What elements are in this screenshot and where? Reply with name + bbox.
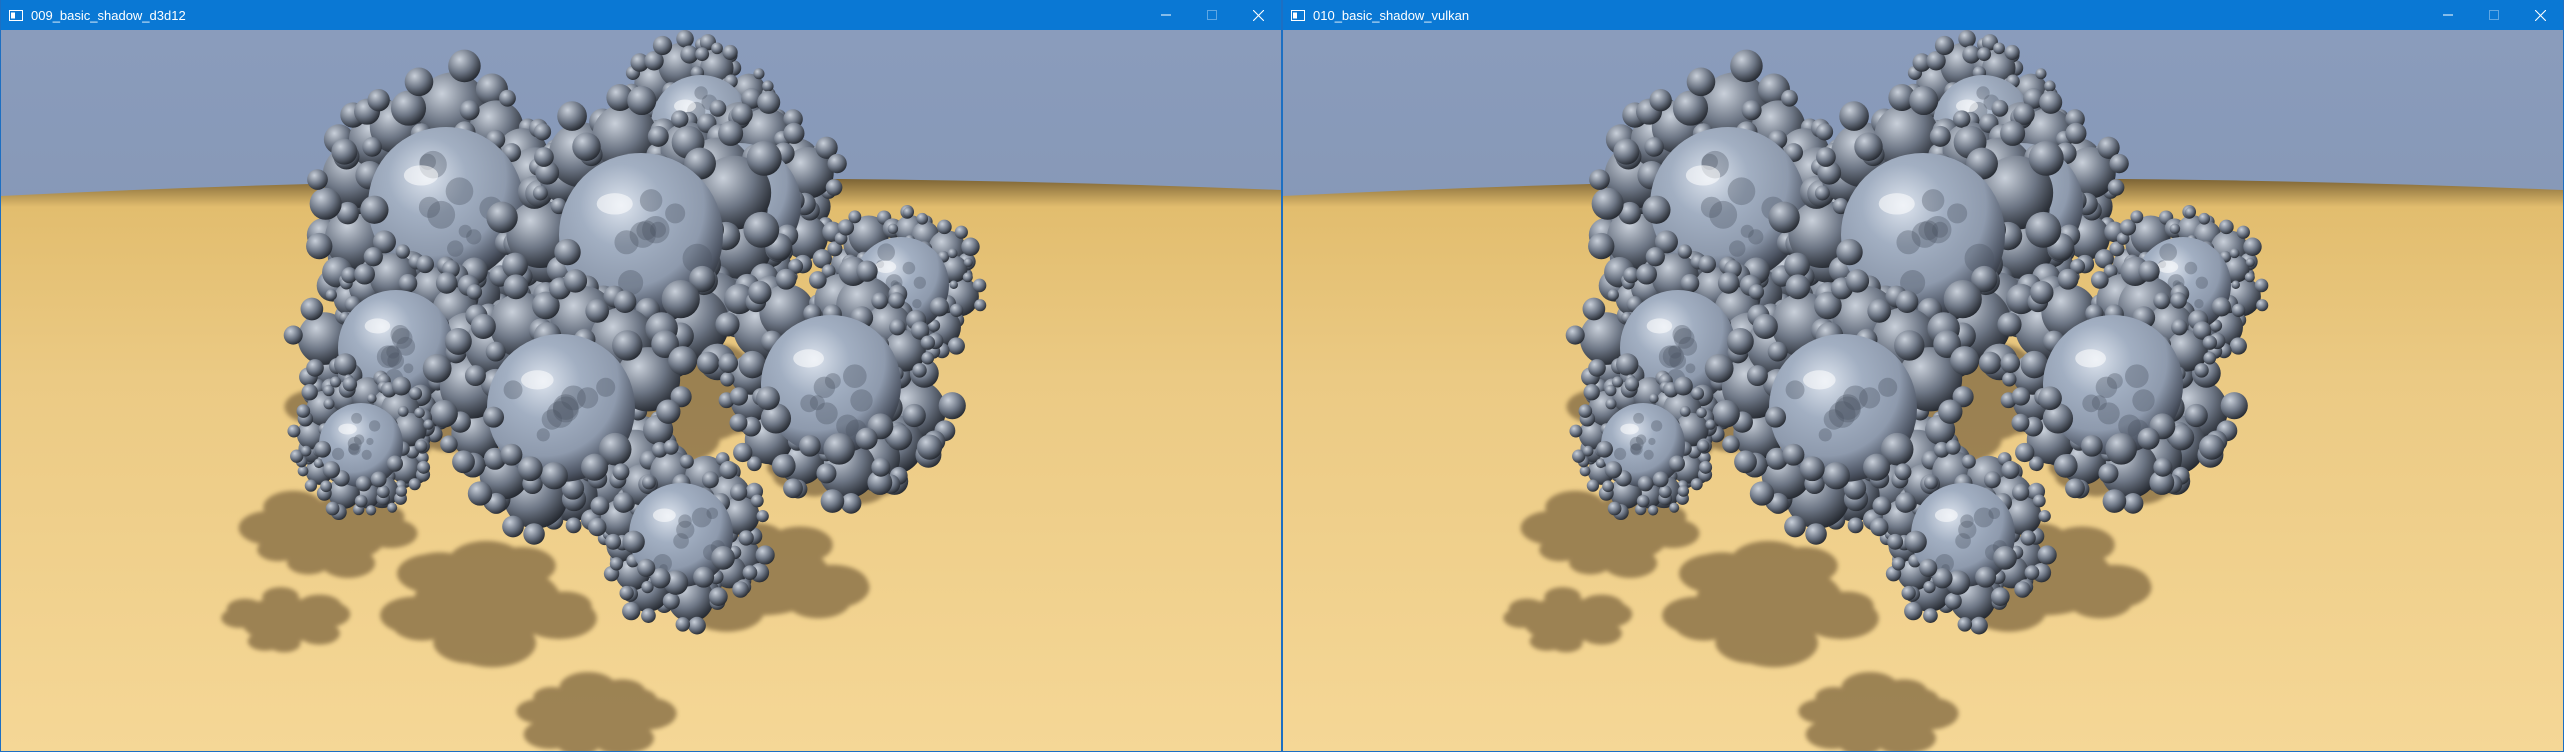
minimize-icon xyxy=(2443,14,2453,16)
fractal-scene-render xyxy=(1,30,1281,751)
render-viewport[interactable] xyxy=(1,30,1281,751)
window-app-icon[interactable] xyxy=(1,0,31,30)
minimize-icon xyxy=(1161,14,1171,16)
window-controls xyxy=(1143,0,1281,30)
maximize-icon xyxy=(1207,10,1217,20)
maximize-icon xyxy=(2489,10,2499,20)
close-button[interactable] xyxy=(1235,0,1281,30)
render-viewport[interactable] xyxy=(1283,30,2563,751)
fractal-scene-render xyxy=(1283,30,2563,751)
window-vulkan[interactable]: 010_basic_shadow_vulkan xyxy=(1282,0,2564,752)
window-app-icon[interactable] xyxy=(1283,0,1313,30)
titlebar[interactable]: 010_basic_shadow_vulkan xyxy=(1283,0,2563,30)
window-title: 010_basic_shadow_vulkan xyxy=(1313,7,1470,23)
titlebar[interactable]: 009_basic_shadow_d3d12 xyxy=(1,0,1281,30)
close-icon xyxy=(2534,9,2546,21)
minimize-button[interactable] xyxy=(2425,0,2471,30)
maximize-button[interactable] xyxy=(1189,0,1235,30)
minimize-button[interactable] xyxy=(1143,0,1189,30)
window-controls xyxy=(2425,0,2563,30)
close-icon xyxy=(1252,9,1264,21)
window-d3d12[interactable]: 009_basic_shadow_d3d12 xyxy=(0,0,1282,752)
window-title: 009_basic_shadow_d3d12 xyxy=(31,7,186,23)
close-button[interactable] xyxy=(2517,0,2563,30)
desktop: 009_basic_shadow_d3d12 010_basic_shadow_… xyxy=(0,0,2564,752)
maximize-button[interactable] xyxy=(2471,0,2517,30)
